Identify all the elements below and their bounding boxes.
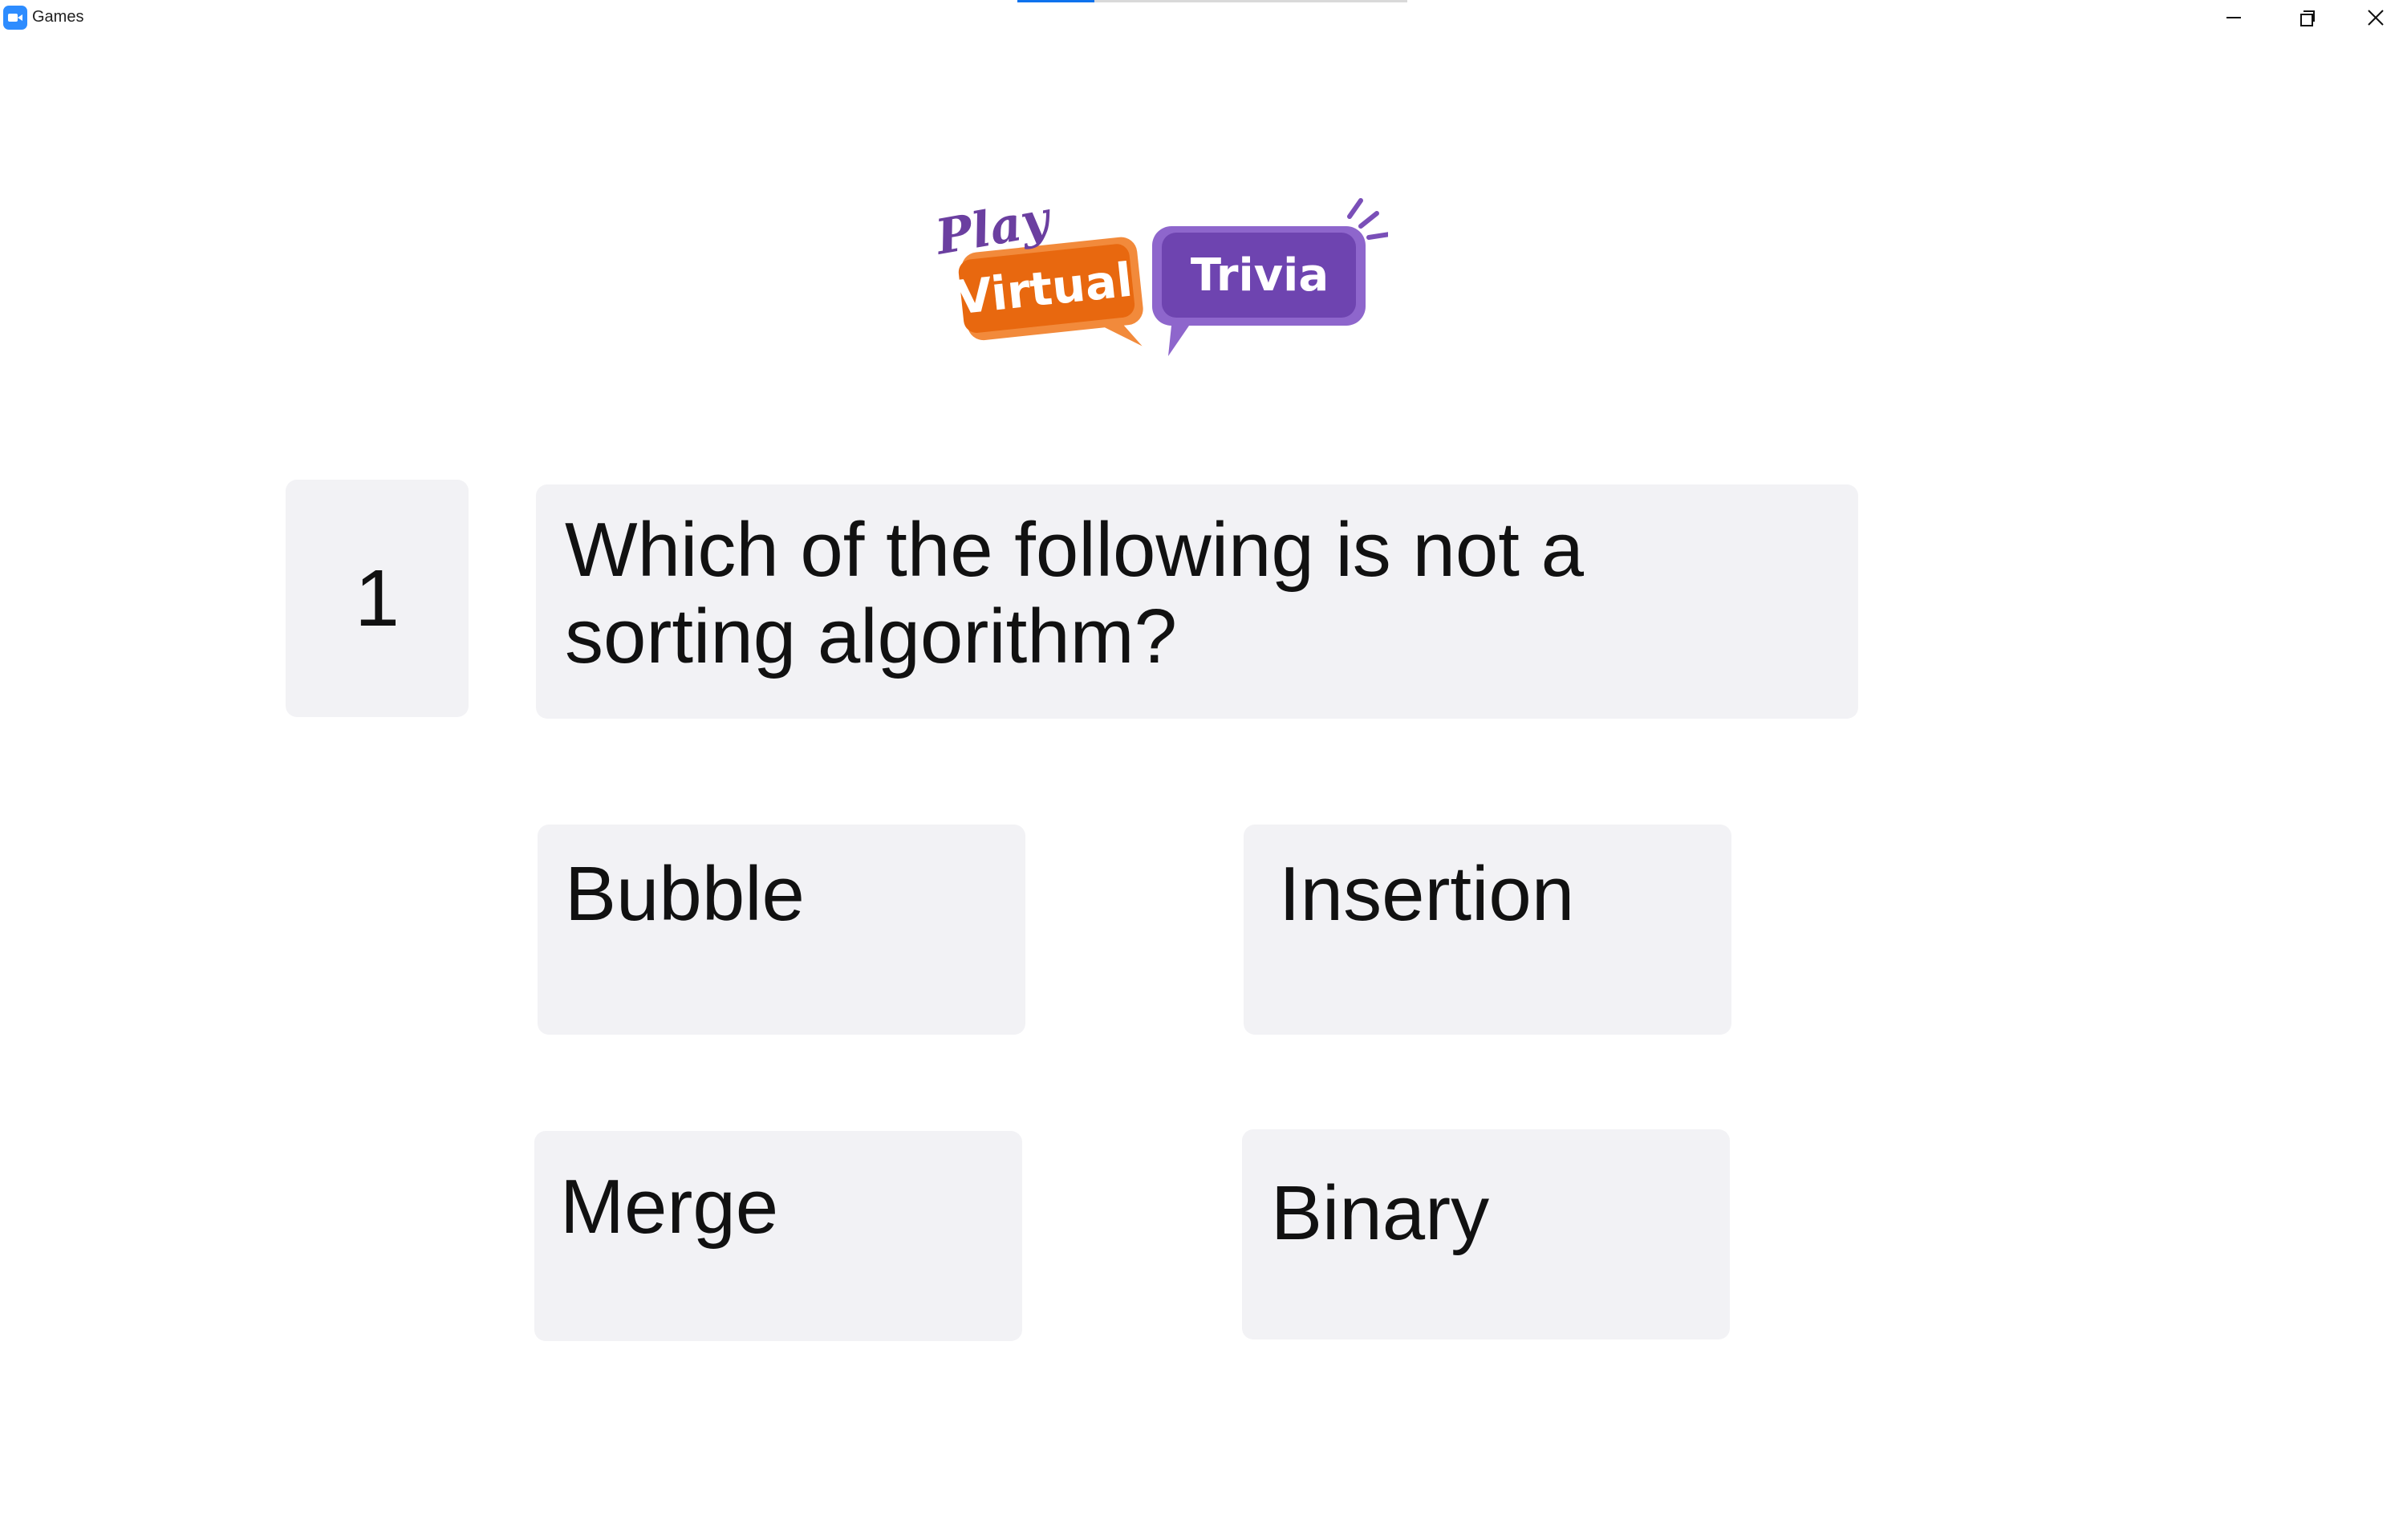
minimize-button[interactable]	[2197, 0, 2271, 35]
restore-icon	[2300, 10, 2315, 26]
answer-option-a[interactable]: Bubble	[538, 825, 1025, 1035]
window-title: Games	[32, 8, 84, 26]
play-virtual-trivia-logo: Virtual Trivia Play	[930, 189, 1392, 366]
answer-option-c[interactable]: Merge	[534, 1131, 1022, 1341]
close-icon	[2368, 10, 2384, 26]
close-button[interactable]	[2344, 0, 2407, 35]
answer-option-d[interactable]: Binary	[1242, 1129, 1730, 1339]
question-text: Which of the following is not a sorting …	[536, 484, 1858, 719]
zoom-app-icon	[3, 6, 27, 30]
window-title-bar: Games	[0, 0, 2407, 35]
question-number: 1	[286, 480, 469, 717]
minimize-icon	[2226, 17, 2241, 18]
answer-option-b[interactable]: Insertion	[1244, 825, 1731, 1035]
restore-button[interactable]	[2271, 0, 2344, 35]
loading-indicator	[1017, 0, 1407, 2]
logo-trivia-text: Trivia	[1191, 249, 1329, 302]
